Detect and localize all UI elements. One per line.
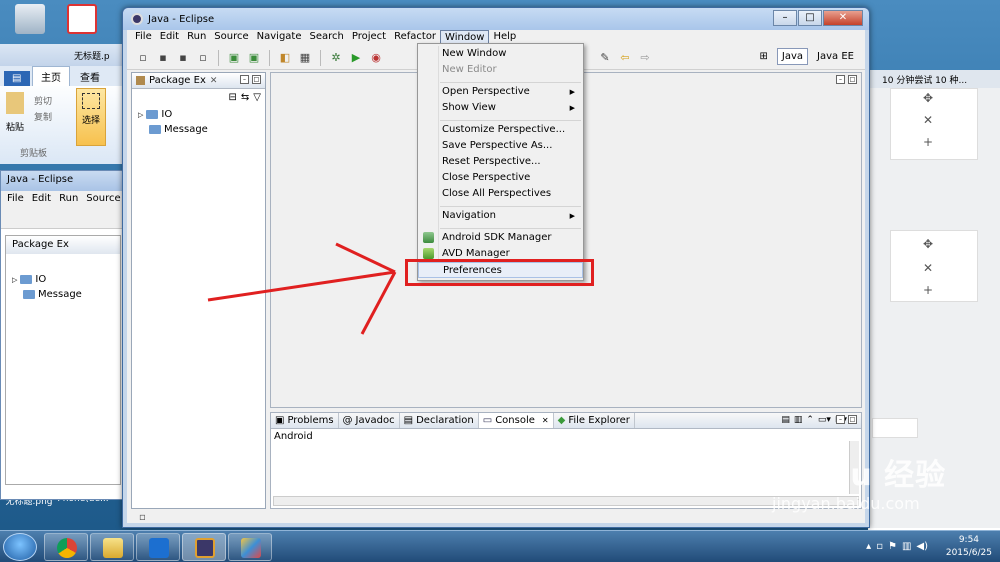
baidu-watermark: Bai du 经验 jingyan.baidu.com	[760, 450, 946, 513]
taskbar: ▴ ▫ ⚑ ▥ ◀) 9:54 2015/6/25	[0, 530, 1000, 562]
clock[interactable]: 9:54 2015/6/25	[946, 534, 992, 560]
tray-network-icon[interactable]: ▥	[902, 541, 911, 552]
start-button[interactable]	[3, 533, 37, 561]
arrow-shaft	[207, 270, 396, 302]
clock-time: 9:54	[958, 535, 980, 545]
taskbar-media-player[interactable]	[136, 533, 180, 561]
tray-app-icon[interactable]: ▫	[876, 541, 883, 552]
taskbar-chrome[interactable]	[44, 533, 88, 561]
tray-arrow-icon[interactable]: ▴	[866, 541, 871, 552]
arrow-head-upper	[335, 242, 396, 274]
arrow-head-lower	[360, 271, 397, 335]
system-tray: ▴ ▫ ⚑ ▥ ◀)	[866, 541, 928, 552]
chrome-icon	[57, 538, 77, 558]
tray-volume-icon[interactable]: ◀)	[916, 541, 928, 552]
eclipse-icon	[195, 538, 215, 558]
folder-icon	[103, 538, 123, 558]
paint-icon	[241, 538, 261, 558]
taskbar-eclipse[interactable]	[182, 533, 226, 561]
clock-date: 2015/6/25	[945, 548, 992, 558]
tray-flag-icon[interactable]: ⚑	[888, 541, 897, 552]
play-icon	[149, 538, 169, 558]
watermark-logo: Bai du 经验	[760, 458, 947, 493]
taskbar-paint[interactable]	[228, 533, 272, 561]
watermark-url: jingyan.baidu.com	[772, 494, 920, 513]
taskbar-explorer[interactable]	[90, 533, 134, 561]
